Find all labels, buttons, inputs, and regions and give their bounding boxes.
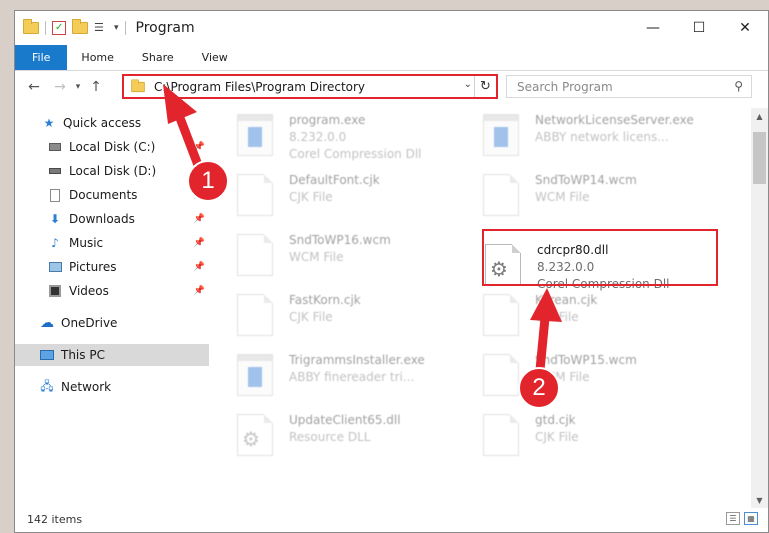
close-button[interactable]: ✕: [722, 11, 768, 45]
scroll-up-icon[interactable]: ▲: [751, 108, 768, 124]
address-row: ← → ▾ ↑ C:\Program Files\Program Directo…: [15, 72, 768, 102]
program-file-icon: [237, 354, 273, 396]
address-path[interactable]: C:\Program Files\Program Directory: [154, 80, 365, 94]
sidebar-item-network[interactable]: 🖧 Network: [15, 376, 209, 398]
sidebar-item-videos[interactable]: Videos 📌: [15, 280, 209, 302]
list-item[interactable]: Korean.cjk CJK File: [483, 290, 713, 346]
navigation-pane: ★ Quick access Local Disk (C:) 📌 Local D…: [15, 108, 209, 508]
film-icon: [47, 284, 63, 298]
customize-icon[interactable]: ☰: [94, 21, 108, 35]
computer-icon: [39, 348, 55, 362]
view-switcher: ☰ ▦: [726, 512, 758, 525]
list-item[interactable]: SndToWP14.wcm WCM File: [483, 170, 713, 226]
new-folder-icon[interactable]: [72, 19, 88, 34]
maximize-button[interactable]: ☐: [676, 11, 722, 45]
file-icon: [237, 234, 273, 276]
picture-icon: [47, 260, 63, 274]
chevron-down-icon[interactable]: ▾: [114, 23, 119, 33]
status-bar: 142 items ☰ ▦: [15, 506, 768, 532]
refresh-button[interactable]: ↻: [474, 76, 496, 97]
ribbon-tabs: File Home Share View: [15, 45, 768, 71]
list-item[interactable]: gtd.cjk CJK File: [483, 410, 713, 466]
item-count: 142 items: [27, 512, 83, 526]
folder-icon: [131, 78, 145, 92]
document-icon: [47, 188, 63, 202]
file-icon: [483, 414, 519, 456]
address-bar[interactable]: C:\Program Files\Program Directory ⌄ ↻: [122, 74, 498, 99]
sidebar-item-pictures[interactable]: Pictures 📌: [15, 256, 209, 278]
title-bar: ✓ ☰ ▾ Program — ☐ ✕: [15, 11, 768, 45]
list-item[interactable]: UpdateClient65.dll Resource DLL: [237, 410, 467, 466]
download-arrow-icon: ⬇: [49, 212, 61, 226]
tab-share[interactable]: Share: [128, 45, 188, 70]
list-item[interactable]: program.exe 8.232.0.0 Corel Compression …: [237, 110, 467, 166]
sidebar-item-documents[interactable]: Documents 📌: [15, 184, 209, 206]
chevron-down-icon[interactable]: ⌄: [464, 79, 472, 90]
search-icon[interactable]: ⚲: [734, 79, 743, 93]
pin-icon[interactable]: 📌: [194, 262, 205, 272]
quick-access-toolbar: ✓ ☰ ▾: [15, 19, 126, 35]
back-button[interactable]: ←: [23, 76, 45, 98]
list-item[interactable]: NetworkLicenseServer.exe ABBY network li…: [483, 110, 713, 166]
folder-icon: [23, 19, 39, 34]
cloud-icon: ☁: [40, 315, 54, 331]
step-badge-1: 1: [187, 160, 229, 202]
step-badge-2: 2: [518, 367, 560, 409]
file-icon: [483, 294, 519, 336]
network-icon: 🖧: [40, 378, 54, 393]
details-view-icon[interactable]: ☰: [726, 512, 740, 525]
sidebar-item-local-disk-d[interactable]: Local Disk (D:) 📌: [15, 160, 209, 182]
sidebar-item-local-disk-c[interactable]: Local Disk (C:) 📌: [15, 136, 209, 158]
list-item[interactable]: SndToWP16.wcm WCM File: [237, 230, 467, 286]
pin-icon[interactable]: 📌: [194, 286, 205, 296]
up-button[interactable]: ↑: [85, 76, 107, 98]
list-item[interactable]: FastKorn.cjk CJK File: [237, 290, 467, 346]
music-note-icon: ♪: [51, 236, 59, 250]
large-icons-view-icon[interactable]: ▦: [744, 512, 758, 525]
tab-file[interactable]: File: [15, 45, 68, 70]
pin-icon[interactable]: 📌: [194, 214, 205, 224]
program-file-icon: [483, 114, 519, 156]
sidebar-item-music[interactable]: ♪ Music 📌: [15, 232, 209, 254]
file-icon: [237, 174, 273, 216]
pin-icon[interactable]: 📌: [194, 142, 205, 152]
minimize-button[interactable]: —: [630, 11, 676, 45]
search-input[interactable]: Search Program ⚲: [506, 75, 752, 98]
gear-icon: [237, 414, 273, 456]
vertical-scrollbar[interactable]: ▲ ▼: [751, 108, 768, 508]
forward-button[interactable]: →: [49, 76, 71, 98]
file-icon: [483, 354, 519, 396]
sidebar-item-downloads[interactable]: ⬇ Downloads 📌: [15, 208, 209, 230]
scrollbar-thumb[interactable]: [753, 132, 766, 184]
sidebar-item-quick-access[interactable]: ★ Quick access: [15, 112, 209, 134]
window-title: Program: [135, 20, 195, 36]
search-placeholder: Search Program: [517, 79, 613, 94]
file-icon: [237, 294, 273, 336]
file-list: program.exe 8.232.0.0 Corel Compression …: [227, 108, 745, 508]
tab-view[interactable]: View: [188, 45, 242, 70]
properties-icon[interactable]: ✓: [52, 21, 66, 35]
sidebar-item-this-pc[interactable]: This PC: [15, 344, 209, 366]
target-file-highlight: [482, 229, 718, 286]
drive-icon: [47, 164, 63, 178]
file-icon: [483, 174, 519, 216]
window-controls: — ☐ ✕: [630, 11, 768, 45]
star-icon: ★: [43, 116, 55, 130]
program-file-icon: [237, 114, 273, 156]
recent-locations-button[interactable]: ▾: [71, 76, 85, 98]
drive-icon: [47, 140, 63, 154]
list-item[interactable]: TrigrammsInstaller.exe ABBY finereader t…: [237, 350, 467, 406]
list-item[interactable]: SndToWP15.wcm WCM File: [483, 350, 713, 406]
sidebar-item-onedrive[interactable]: ☁ OneDrive: [15, 312, 209, 334]
tab-home[interactable]: Home: [67, 45, 127, 70]
pin-icon[interactable]: 📌: [194, 238, 205, 248]
list-item[interactable]: DefaultFont.cjk CJK File: [237, 170, 467, 226]
